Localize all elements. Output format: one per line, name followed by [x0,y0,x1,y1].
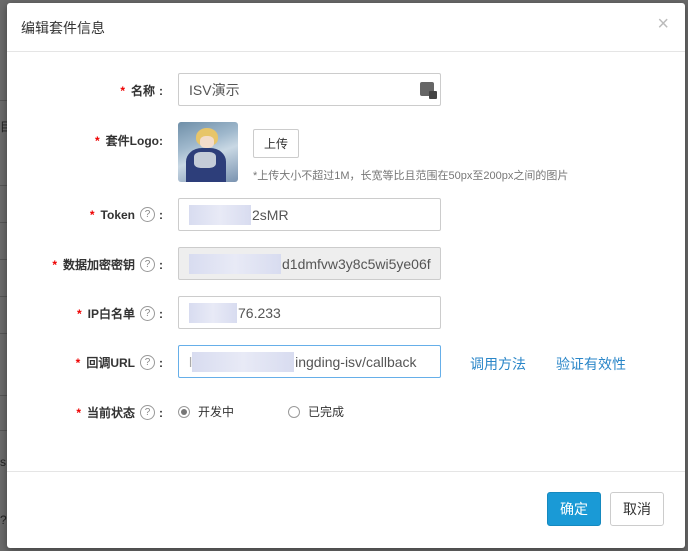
token-label-text: Token [100,207,135,222]
required-mark: * [52,257,57,272]
close-icon[interactable]: × [657,14,669,34]
name-input-value: ISV演示 [189,81,240,98]
help-icon[interactable]: ? [140,405,155,420]
edit-suite-dialog: 编辑套件信息 × * 名称: ISV演示 * 套件Logo: 上传 *上传大小不… [7,3,685,548]
dialog-footer: 确定 取消 [7,471,685,548]
status-label: * 当前状态 ? : [76,404,163,421]
logo-label-text: 套件Logo: [105,134,163,148]
callback-url-input[interactable]: l ingding-isv/callback [178,345,441,378]
required-mark: * [76,405,81,420]
upload-hint: *上传大小不超过1M，长宽等比且范围在50px至200px之间的图片 [253,170,569,182]
colon: : [159,405,163,420]
radio-unchecked-icon[interactable] [288,405,300,418]
encrypt-key-input[interactable]: d1dmfvw3y8c5wi5ye06f [178,247,441,280]
radio-checked-icon[interactable] [178,405,190,418]
callback-url-label-text: 回调URL [86,356,135,370]
help-icon[interactable]: ? [140,207,155,222]
colon: : [159,306,163,321]
required-mark: * [95,133,100,148]
ip-whitelist-label: * IP白名单 ? : [77,305,163,322]
usage-link[interactable]: 调用方法 [470,354,526,374]
name-label-text: 名称 [130,84,155,98]
encrypt-key-label: * 数据加密密钥 ? : [52,256,163,273]
encrypt-key-label-text: 数据加密密钥 [62,258,135,272]
cancel-button[interactable]: 取消 [610,492,664,526]
redacted-block [189,302,237,323]
callback-url-value: ingding-isv/callback [295,353,417,370]
required-mark: * [120,83,125,98]
name-label: * 名称: [120,83,163,99]
suite-logo-image [178,122,238,182]
input-helper-icon[interactable] [420,82,437,99]
dialog-header: 编辑套件信息 × [7,3,685,52]
status-label-text: 当前状态 [86,406,135,420]
colon: : [159,355,163,370]
encrypt-key-value: d1dmfvw3y8c5wi5ye06f [282,255,431,272]
upload-button[interactable]: 上传 [253,129,299,158]
required-mark: * [76,306,82,321]
colon: : [159,207,163,222]
required-mark: * [75,355,81,370]
ip-whitelist-value: 76.233 [238,304,281,321]
radio-label: 开发中 [198,405,235,419]
help-icon[interactable]: ? [140,257,155,272]
status-radio-developing[interactable]: 开发中 [178,403,234,420]
dialog-title: 编辑套件信息 [21,20,105,36]
radio-label: 已完成 [308,405,345,419]
callback-url-label: * 回调URL ? : [76,354,163,371]
redacted-block [192,351,295,372]
ip-whitelist-input[interactable]: 76.233 [178,296,441,329]
token-input[interactable]: 2sMR [178,198,441,231]
verify-link[interactable]: 验证有效性 [556,354,626,374]
redacted-block [189,253,281,274]
name-input[interactable]: ISV演示 [178,73,441,106]
help-icon[interactable]: ? [140,306,155,321]
confirm-button[interactable]: 确定 [547,492,601,526]
status-radio-completed[interactable]: 已完成 [288,403,344,420]
help-icon[interactable]: ? [140,355,155,370]
token-value: 2sMR [252,206,289,223]
ip-whitelist-label-text: IP白名单 [87,307,135,321]
colon: : [159,257,163,272]
required-mark: * [89,207,95,222]
redacted-block [189,204,251,225]
token-label: * Token ? : [90,207,163,222]
logo-label: * 套件Logo: [95,132,163,149]
